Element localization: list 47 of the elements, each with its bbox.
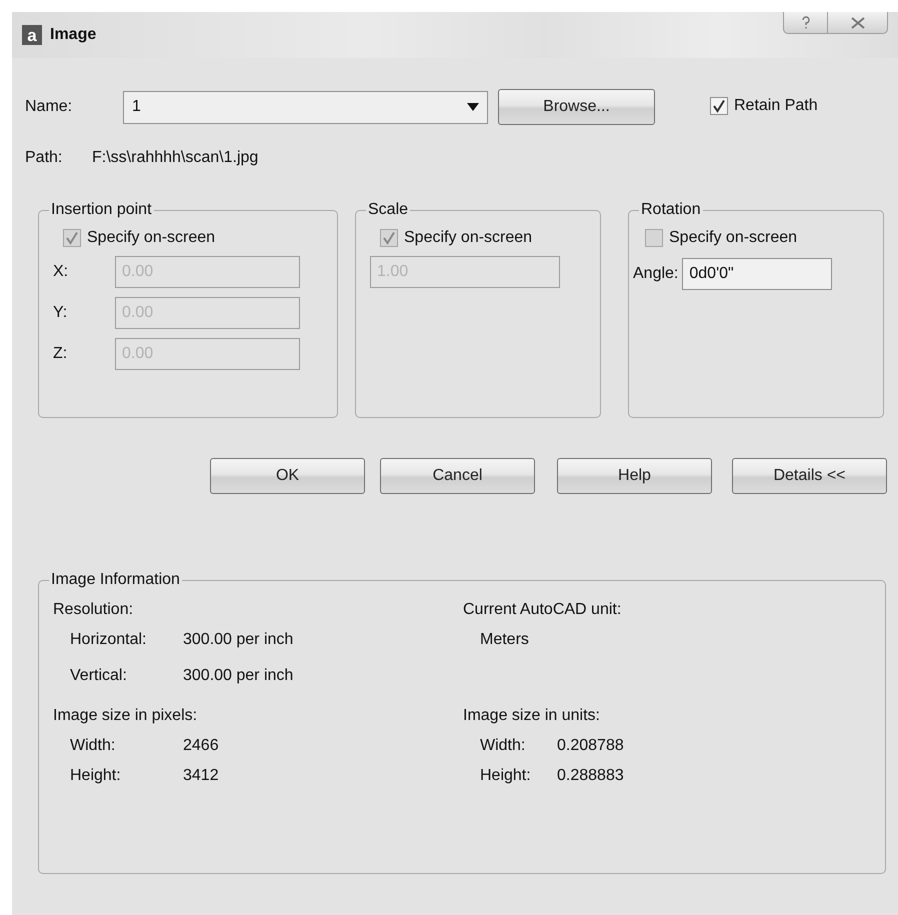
dialog-button[interactable]: Details << [732, 458, 887, 494]
info-value: 0.208788 [557, 737, 624, 755]
group-title: Insertion point [50, 201, 153, 219]
help-button[interactable] [783, 12, 828, 34]
info-label: Height: [70, 767, 122, 785]
group-title: Rotation [640, 201, 702, 219]
dropdown-arrow-icon [467, 103, 479, 111]
checkbox-label: Specify on-screen [669, 229, 798, 247]
field-label: Z: [53, 345, 68, 363]
field-label: Angle: [633, 265, 678, 283]
dialog-button[interactable]: Cancel [380, 458, 535, 494]
checkbox-label: Specify on-screen [404, 229, 532, 247]
dialog-button[interactable]: OK [210, 458, 365, 494]
close-button[interactable] [828, 12, 888, 34]
info-label: Height: [480, 767, 532, 785]
checkbox-label: Retain Path [734, 96, 818, 114]
input-field[interactable]: 0d0'0" [682, 258, 832, 290]
field-label: X: [53, 263, 70, 281]
field-label: Path: [25, 149, 64, 167]
group-title: Scale [367, 201, 410, 219]
info-value: 3412 [183, 767, 219, 785]
field-label: Name: [25, 98, 74, 116]
info-value: 2466 [183, 737, 219, 755]
section-heading: Resolution: [53, 601, 134, 619]
info-value: 300.00 per inch [183, 631, 294, 649]
info-label: Width: [70, 737, 116, 755]
dialog-button[interactable]: Help [557, 458, 712, 494]
window-title: Image [50, 26, 96, 44]
info-label: Horizontal: [70, 631, 148, 649]
name-dropdown[interactable]: 1 [123, 90, 488, 124]
info-label: Vertical: [70, 667, 128, 685]
field-label: Y: [53, 304, 68, 322]
section-heading: Current AutoCAD unit: [463, 601, 622, 619]
group-title: Image Information [50, 571, 181, 589]
app-icon: a [22, 25, 42, 45]
info-value: 300.00 per inch [183, 667, 294, 685]
path-value: F:\ss\rahhhh\scan\1.jpg [92, 149, 258, 167]
checkbox-label: Specify on-screen [87, 229, 216, 247]
info-label: Width: [480, 737, 526, 755]
section-heading: Image size in units: [463, 707, 601, 725]
info-value: Meters [480, 631, 529, 649]
help-icon [800, 16, 810, 30]
checkbox[interactable] [710, 96, 728, 114]
info-value: 0.288883 [557, 767, 624, 785]
close-icon [850, 16, 866, 28]
section-heading: Image size in pixels: [53, 707, 198, 725]
browse-button[interactable]: Browse... [498, 89, 655, 125]
